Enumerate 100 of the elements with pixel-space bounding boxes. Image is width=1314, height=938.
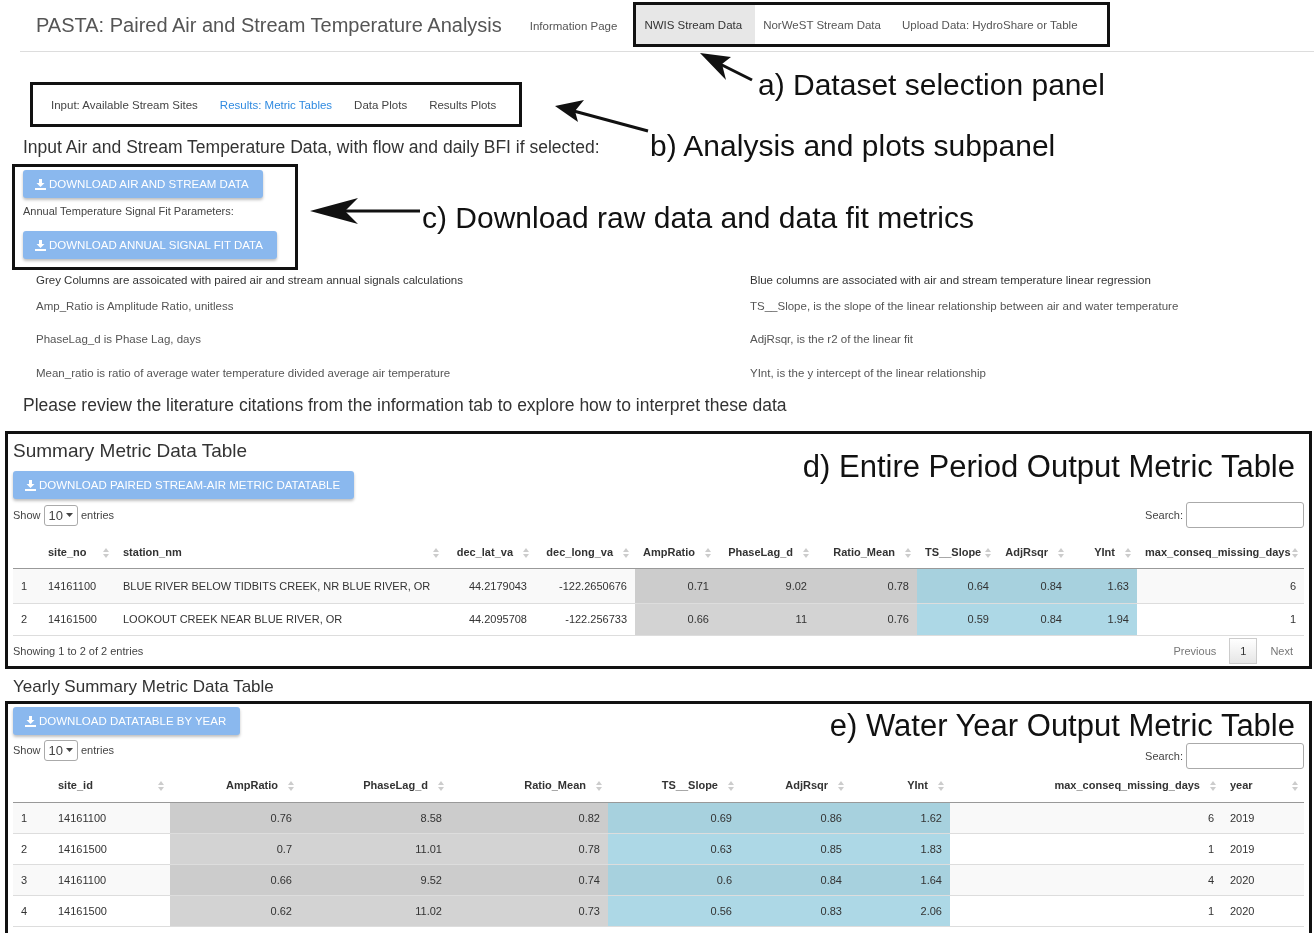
sub-tab[interactable]: Results: Metric Tables bbox=[208, 98, 344, 111]
sort-icon bbox=[433, 548, 439, 558]
table-cell: 0.85 bbox=[740, 833, 850, 864]
table-cell: 6 bbox=[950, 802, 1222, 833]
table-cell: 1.64 bbox=[850, 864, 950, 895]
sub-tab[interactable]: Input: Available Stream Sites bbox=[40, 98, 209, 111]
table-cell: 0.78 bbox=[450, 833, 608, 864]
sort-icon bbox=[158, 781, 164, 791]
column-header[interactable]: TS__Slope bbox=[608, 769, 740, 802]
pagination-link[interactable]: Previous bbox=[1162, 637, 1228, 664]
table-cell: 0.66 bbox=[170, 864, 300, 895]
column-header[interactable]: max_conseq_missing_days bbox=[1137, 536, 1304, 568]
column-header[interactable]: dec_long_va bbox=[535, 536, 635, 568]
column-header[interactable]: max_conseq_missing_days bbox=[950, 769, 1222, 802]
annotation-label: e) Water Year Output Metric Table bbox=[829, 710, 1295, 741]
page-button[interactable]: 1 bbox=[1229, 637, 1258, 664]
table-cell: 14161100 bbox=[40, 568, 115, 603]
column-header[interactable]: TS__Slope bbox=[917, 536, 997, 568]
column-header[interactable]: AmpRatio bbox=[635, 536, 717, 568]
table-cell: 11 bbox=[717, 603, 815, 635]
nav-tab[interactable]: Upload Data: HydroShare or Table bbox=[893, 5, 1091, 44]
caret-icon bbox=[66, 513, 73, 517]
sort-icon bbox=[438, 781, 444, 791]
download-icon bbox=[25, 715, 36, 727]
table-cell: 0.63 bbox=[608, 833, 740, 864]
arrow bbox=[700, 53, 753, 82]
sort-icon bbox=[838, 781, 844, 791]
table-cell: 0.76 bbox=[815, 603, 917, 635]
sort-icon bbox=[803, 548, 809, 558]
row-number: 4 bbox=[13, 895, 50, 926]
column-header[interactable]: Ratio_Mean bbox=[815, 536, 917, 568]
annotation-label: d) Entire Period Output Metric Table bbox=[802, 451, 1295, 482]
table-cell: 0.59 bbox=[917, 603, 997, 635]
column-header[interactable]: AdjRsqr bbox=[740, 769, 850, 802]
page-size-select[interactable]: 10 bbox=[43, 739, 78, 761]
table-cell: 1.83 bbox=[850, 833, 950, 864]
sort-icon bbox=[1292, 781, 1298, 791]
note-text: Blue columns are associated with air and stream temperature linear regression bbox=[750, 273, 1152, 288]
sub-tab[interactable]: Results Plots bbox=[418, 98, 508, 111]
note-text: Grey Columns are assoicated with paired air and stream annual signals calculations bbox=[36, 273, 464, 288]
column-header[interactable]: year bbox=[1222, 769, 1304, 802]
table-cell: 0.86 bbox=[740, 802, 850, 833]
table-cell: 0.84 bbox=[997, 568, 1070, 603]
entries-label: entries bbox=[81, 509, 115, 521]
caret-icon bbox=[66, 748, 73, 752]
page-size-select[interactable]: 10 bbox=[43, 504, 78, 526]
note-text: YInt, is the y intercept of the linear relationship bbox=[750, 366, 987, 381]
pagination-link[interactable]: Next bbox=[1259, 637, 1304, 664]
sort-icon bbox=[905, 548, 911, 558]
nav-tab[interactable]: NorWeST Stream Data bbox=[755, 5, 894, 44]
nav-tab[interactable]: Information Page bbox=[519, 7, 628, 44]
sort-icon bbox=[1292, 548, 1298, 558]
table-cell: 1.62 bbox=[850, 802, 950, 833]
table-cell: LOOKOUT CREEK NEAR BLUE RIVER, OR bbox=[115, 603, 445, 635]
table-title: Summary Metric Data Table bbox=[13, 439, 249, 463]
annotation-label: a) Dataset selection panel bbox=[758, 70, 1105, 100]
note-text: AdjRsqr, is the r2 of the linear fit bbox=[750, 332, 914, 347]
column-header[interactable]: PhaseLag_d bbox=[300, 769, 450, 802]
column-header[interactable]: site_no bbox=[40, 536, 115, 568]
table-cell: 9.02 bbox=[717, 568, 815, 603]
table-cell: 2020 bbox=[1222, 895, 1304, 926]
column-header[interactable]: site_id bbox=[50, 769, 170, 802]
column-header[interactable]: YInt bbox=[850, 769, 950, 802]
row-number: 2 bbox=[13, 833, 50, 864]
table-cell: 0.83 bbox=[740, 895, 850, 926]
sort-icon bbox=[938, 781, 944, 791]
table-cell: 0.73 bbox=[450, 895, 608, 926]
show-label: Show bbox=[13, 744, 41, 756]
column-header[interactable]: Ratio_Mean bbox=[450, 769, 608, 802]
table-cell: 0.7 bbox=[170, 833, 300, 864]
table-cell: 1 bbox=[950, 895, 1222, 926]
sort-icon bbox=[103, 548, 109, 558]
info-text: Please review the literature citations from the information tab to explore how to interpret these data bbox=[23, 394, 787, 416]
table-cell: -122.2650676 bbox=[535, 568, 635, 603]
column-header[interactable]: PhaseLag_d bbox=[717, 536, 815, 568]
row-number: 2 bbox=[13, 603, 40, 635]
sort-icon bbox=[1210, 781, 1216, 791]
column-header[interactable]: dec_lat_va bbox=[445, 536, 535, 568]
column-header[interactable]: AmpRatio bbox=[170, 769, 300, 802]
column-header[interactable]: YInt bbox=[1070, 536, 1137, 568]
table-cell: 0.66 bbox=[635, 603, 717, 635]
search-field[interactable] bbox=[1186, 743, 1304, 769]
table-cell: 6 bbox=[1137, 568, 1304, 603]
sort-icon bbox=[728, 781, 734, 791]
table-cell: 0.84 bbox=[997, 603, 1070, 635]
sort-icon bbox=[705, 548, 711, 558]
table-cell: 4 bbox=[950, 864, 1222, 895]
table-cell: 0.64 bbox=[917, 568, 997, 603]
sub-tab[interactable]: Data Plots bbox=[343, 98, 419, 111]
search-field[interactable] bbox=[1186, 502, 1304, 528]
download-icon bbox=[25, 479, 36, 491]
table-cell: 1 bbox=[950, 833, 1222, 864]
search-label: Search: bbox=[1145, 509, 1183, 521]
column-header[interactable]: AdjRsqr bbox=[997, 536, 1070, 568]
nav-tab[interactable]: NWIS Stream Data bbox=[636, 5, 756, 44]
note-text: Mean_ratio is ratio of average water temperature divided average air temperature bbox=[36, 366, 452, 381]
table-title: Yearly Summary Metric Data Table bbox=[13, 677, 275, 697]
column-header[interactable]: station_nm bbox=[115, 536, 445, 568]
table-cell: 0.62 bbox=[170, 895, 300, 926]
note-text: TS__Slope, is the slope of the linear relationship between air and water temperature bbox=[750, 299, 1180, 314]
